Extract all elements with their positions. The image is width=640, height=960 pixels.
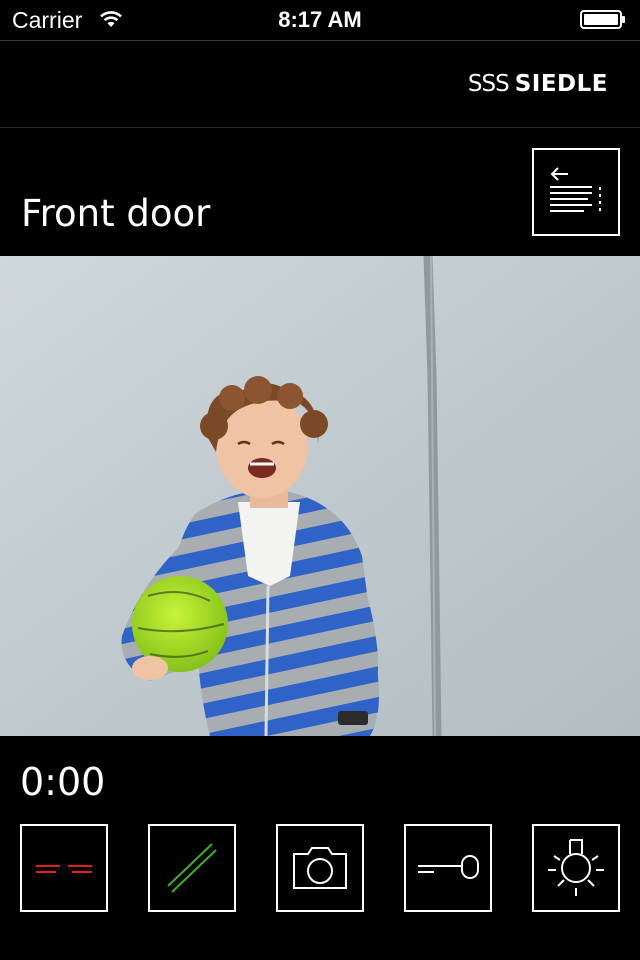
hang-up-icon — [36, 865, 92, 873]
door-opener-button[interactable] — [404, 824, 492, 912]
camera-feed-image — [0, 256, 640, 736]
door-camera-feed — [0, 256, 640, 736]
camera-icon — [293, 847, 347, 889]
brand-mark: SSS — [467, 71, 510, 97]
answer-button[interactable] — [148, 824, 236, 912]
answer-icon — [167, 843, 217, 893]
status-bar: Carrier 8:17 AM — [0, 0, 640, 40]
app-header: SSS SIEDLE — [0, 40, 640, 128]
light-bulb-icon — [548, 839, 604, 896]
snapshot-button[interactable] — [276, 824, 364, 912]
status-time: 8:17 AM — [278, 7, 362, 32]
back-list-icon — [550, 167, 601, 212]
call-list-button[interactable] — [532, 148, 620, 236]
light-button[interactable] — [532, 824, 620, 912]
call-timer: 0:00 — [20, 760, 106, 804]
door-title: Front door — [21, 192, 211, 235]
brand-name: SIEDLE — [514, 71, 608, 97]
battery-icon — [580, 10, 625, 29]
hang-up-button[interactable] — [20, 824, 108, 912]
siedle-logo: SSS SIEDLE — [468, 71, 608, 97]
key-icon — [418, 855, 479, 879]
